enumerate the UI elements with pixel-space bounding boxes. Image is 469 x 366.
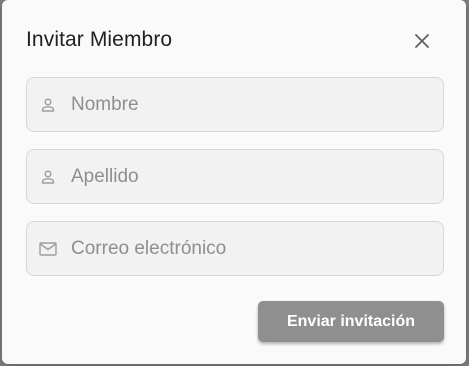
email-input[interactable] xyxy=(71,237,411,260)
first-name-field[interactable] xyxy=(26,77,444,132)
person-icon xyxy=(38,167,58,187)
invite-member-dialog: Invitar Miembro Nombre Apellido Correo e… xyxy=(2,0,466,364)
last-name-field[interactable] xyxy=(26,149,444,204)
send-invitation-button[interactable]: Enviar invitación xyxy=(258,301,444,342)
close-button[interactable] xyxy=(410,29,434,53)
first-name-input[interactable] xyxy=(71,93,411,116)
mail-icon xyxy=(38,239,58,259)
close-icon xyxy=(415,34,429,48)
person-icon xyxy=(38,95,58,115)
email-field[interactable] xyxy=(26,221,444,276)
last-name-input[interactable] xyxy=(71,165,411,188)
dialog-title: Invitar Miembro xyxy=(26,28,173,51)
